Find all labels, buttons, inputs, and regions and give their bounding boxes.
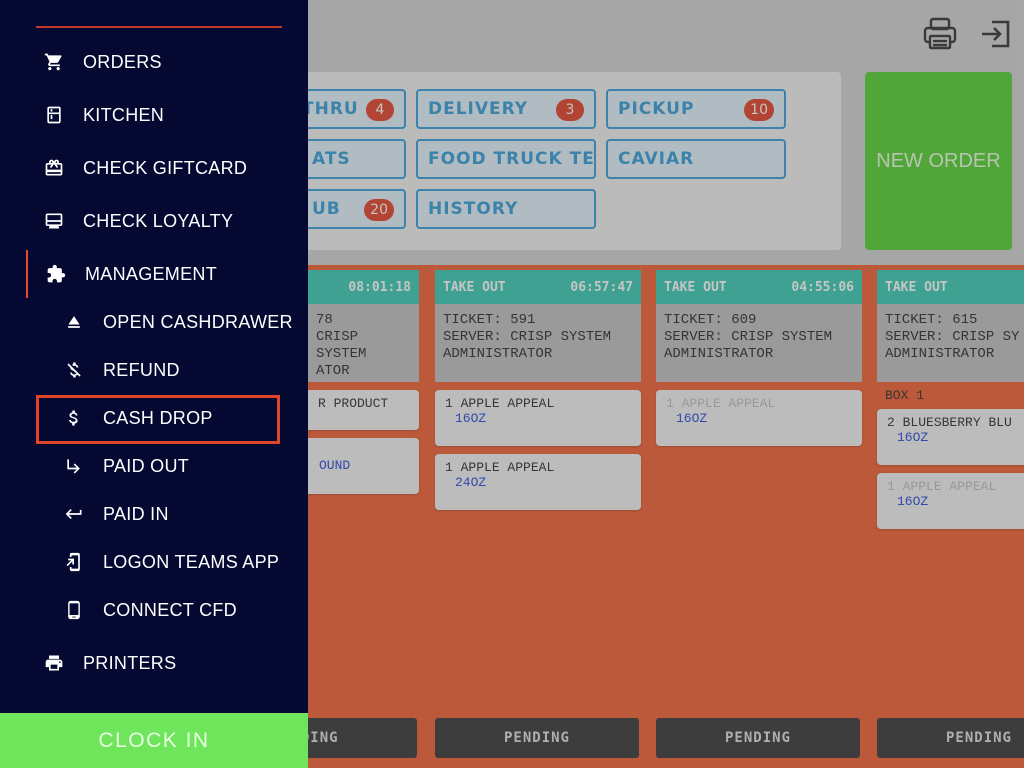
sidebar-item-printers[interactable]: PRINTERS: [0, 641, 308, 685]
sidebar-item-label: PAID OUT: [103, 455, 190, 476]
tablet-login-icon: [63, 551, 85, 573]
sidebar-item-check-loyalty[interactable]: CHECK LOYALTY: [0, 199, 308, 243]
loyalty-icon: [43, 210, 65, 232]
kitchen-icon: [43, 104, 65, 126]
sidebar-item-logon-teams-app[interactable]: LOGON TEAMS APP: [0, 540, 308, 584]
phone-icon: [63, 599, 85, 621]
sidebar-item-label: CASH DROP: [103, 407, 213, 428]
sidebar-menu: ORDERS KITCHEN CHECK GIFTCARD CHECK LOYA…: [0, 0, 308, 768]
sidebar-item-management[interactable]: MANAGEMENT: [0, 252, 308, 296]
eject-icon: [63, 311, 85, 333]
sidebar-item-label: PRINTERS: [83, 652, 177, 673]
no-money-icon: [63, 359, 85, 381]
arrow-return-icon: [63, 503, 85, 525]
printer-icon: [43, 652, 65, 674]
sidebar-item-open-cashdrawer[interactable]: OPEN CASHDRAWER: [0, 300, 308, 344]
sidebar-item-paid-out[interactable]: PAID OUT: [0, 444, 308, 488]
sidebar-item-label: CONNECT CFD: [103, 599, 237, 620]
sidebar-item-label: LOGON TEAMS APP: [103, 551, 280, 572]
sidebar-item-check-giftcard[interactable]: CHECK GIFTCARD: [0, 146, 308, 190]
sidebar-item-orders[interactable]: ORDERS: [0, 40, 308, 84]
sidebar-item-label: KITCHEN: [83, 104, 165, 125]
sidebar-item-refund[interactable]: REFUND: [0, 348, 308, 392]
sidebar-item-label: PAID IN: [103, 503, 169, 524]
sidebar-item-paid-in[interactable]: PAID IN: [0, 492, 308, 536]
sidebar-divider: [36, 26, 282, 28]
sidebar-item-label: MANAGEMENT: [85, 263, 218, 284]
clock-in-button[interactable]: CLOCK IN: [0, 713, 308, 768]
arrow-down-right-icon: [63, 455, 85, 477]
sidebar-item-label: CHECK LOYALTY: [83, 210, 234, 231]
sidebar-item-connect-cfd[interactable]: CONNECT CFD: [0, 588, 308, 632]
sidebar-item-cash-drop[interactable]: CASH DROP: [0, 396, 308, 440]
sidebar-item-label: ORDERS: [83, 51, 162, 72]
sidebar-item-label: OPEN CASHDRAWER: [103, 311, 293, 332]
sidebar-item-kitchen[interactable]: KITCHEN: [0, 93, 308, 137]
cart-icon: [43, 51, 65, 73]
puzzle-icon: [45, 263, 67, 285]
sidebar-item-label: CHECK GIFTCARD: [83, 157, 248, 178]
sidebar-item-label: REFUND: [103, 359, 180, 380]
dollar-icon: [63, 407, 85, 429]
giftcard-icon: [43, 157, 65, 179]
